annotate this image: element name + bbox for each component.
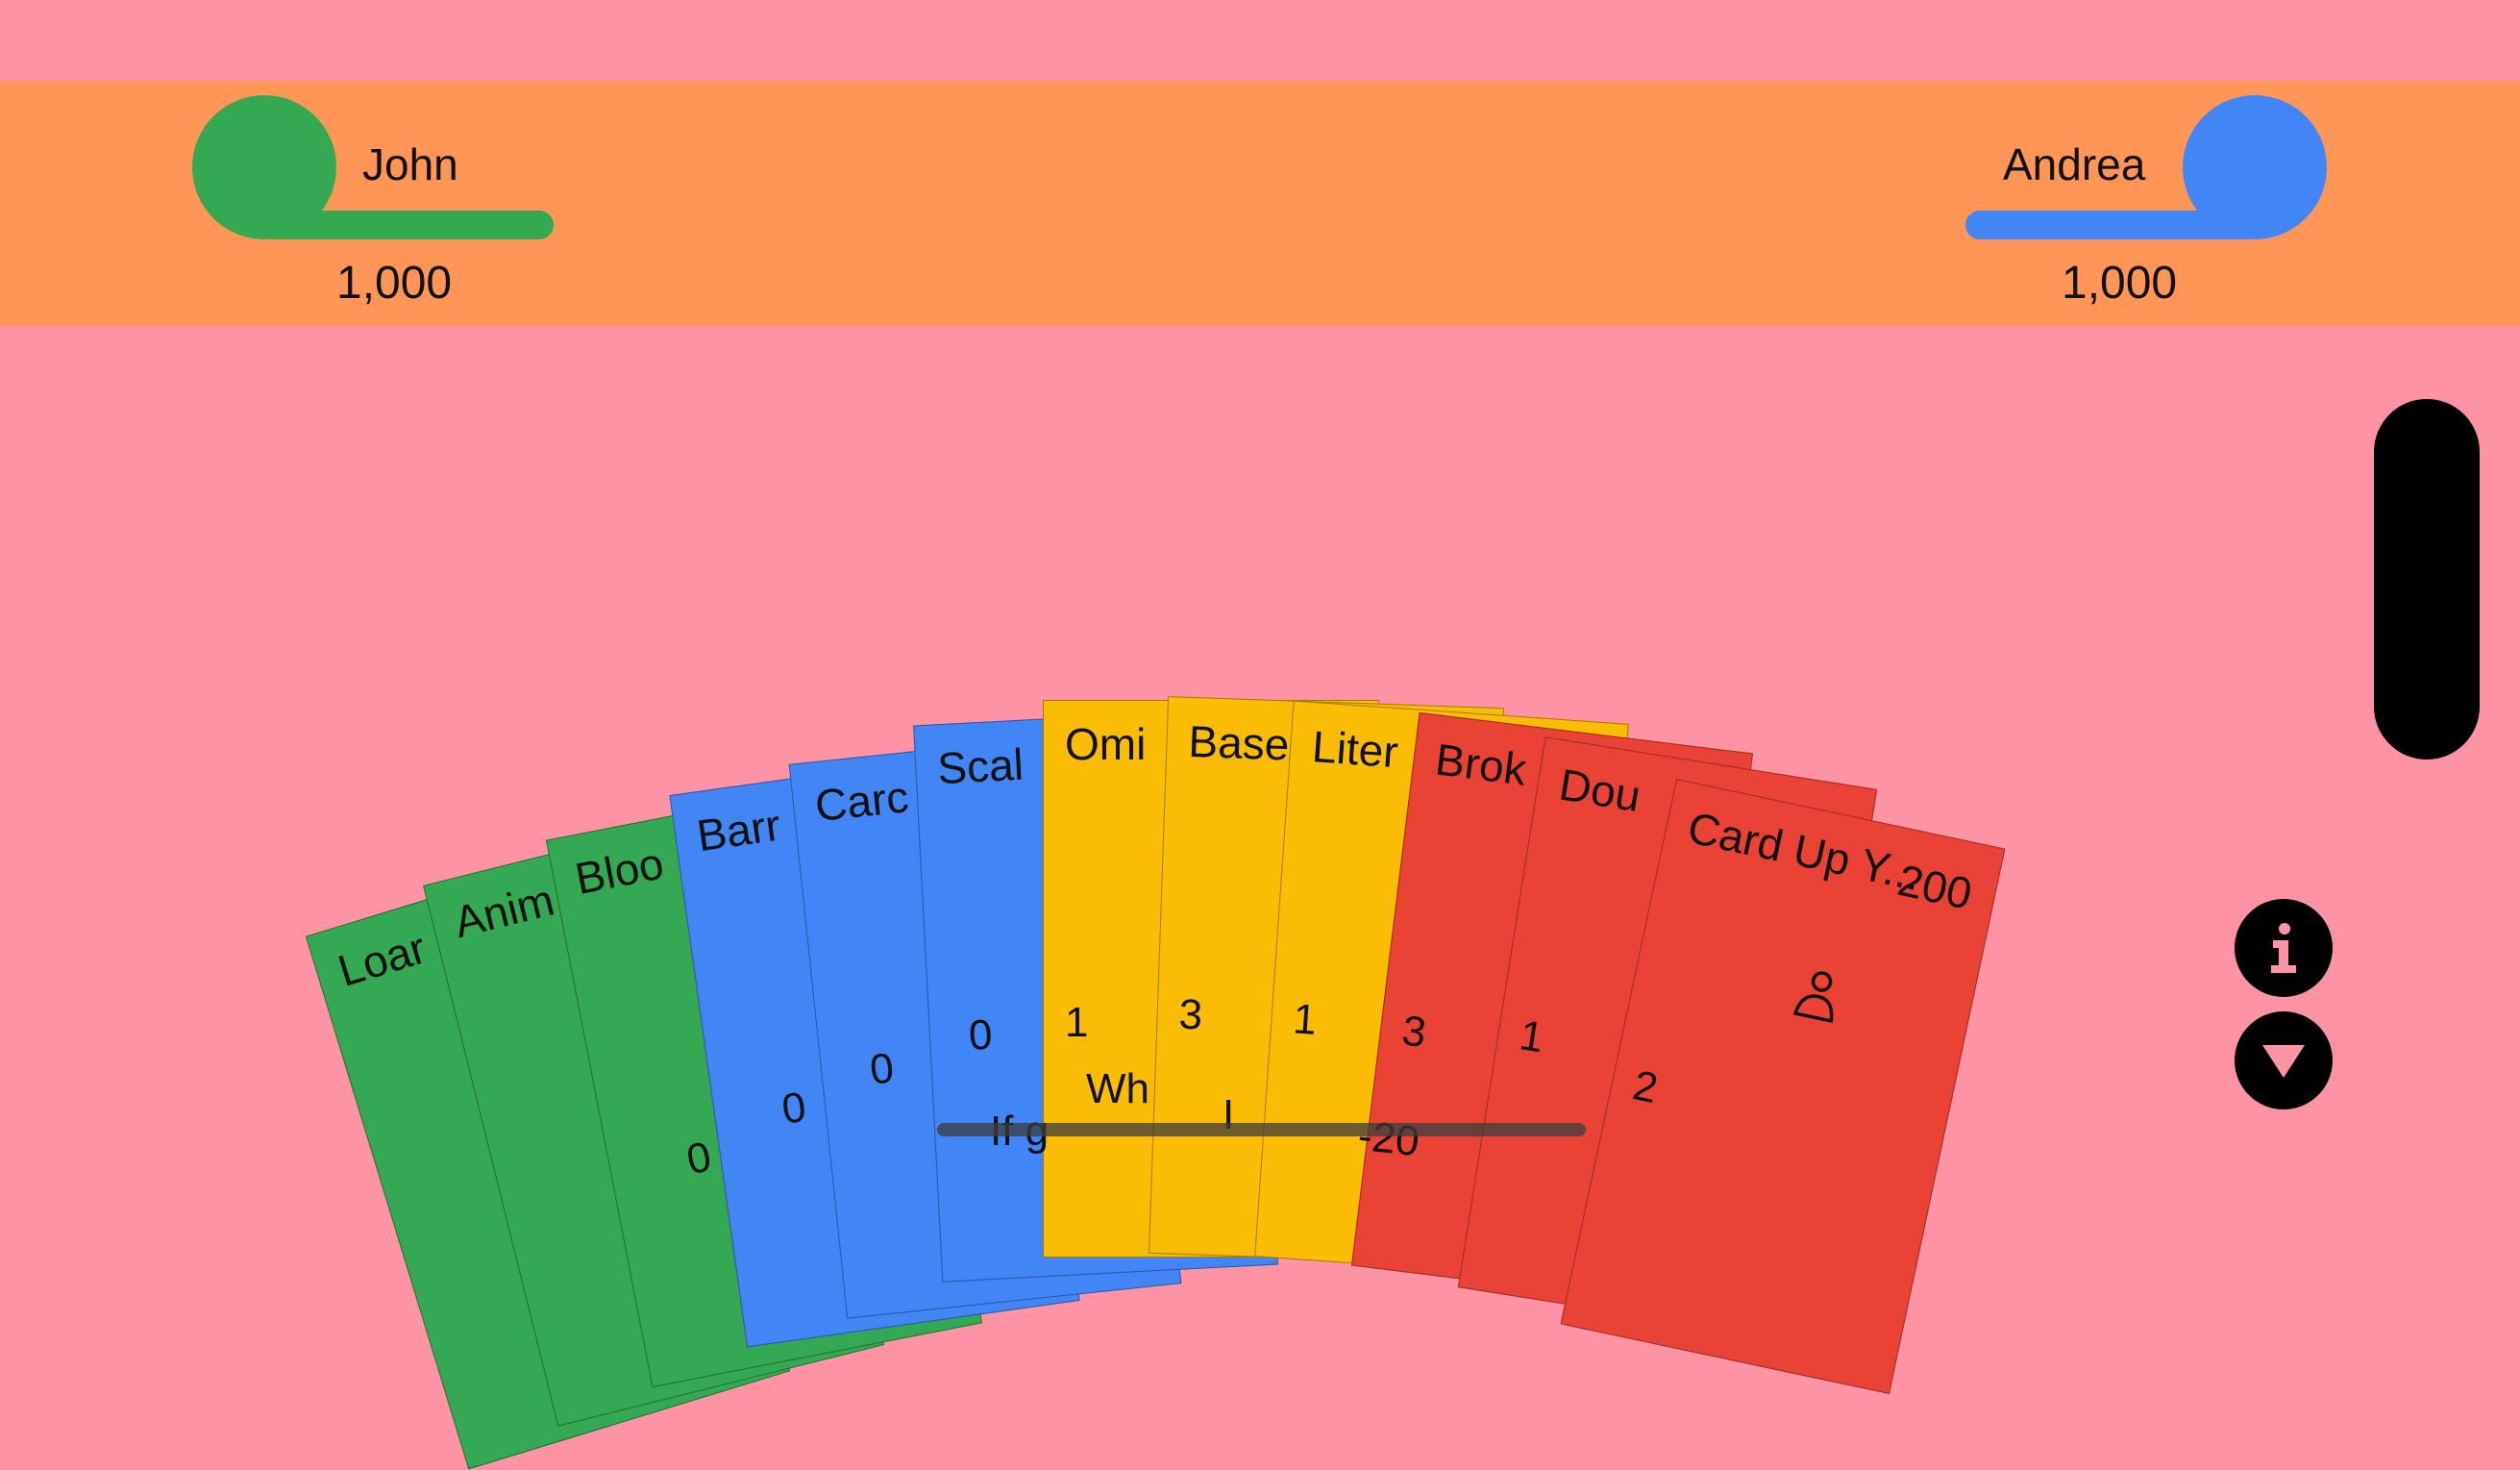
card-title: Barr — [693, 799, 784, 861]
card-number: 3 — [1177, 990, 1204, 1039]
card-number: 1 — [1065, 999, 1089, 1046]
card-text-fragment: Wh — [1086, 1065, 1149, 1112]
card-title: Base — [1187, 715, 1291, 770]
card-title: Anim — [449, 874, 559, 948]
card-number: 1 — [1516, 1011, 1547, 1062]
card-title: Carc — [812, 771, 911, 832]
card-number: 0 — [967, 1010, 994, 1059]
card-number: 0 — [778, 1083, 809, 1134]
card-number: 2 — [1628, 1061, 1663, 1113]
card-number: 0 — [867, 1044, 897, 1094]
home-indicator[interactable] — [937, 1123, 1586, 1136]
card-title: Brok — [1432, 734, 1529, 795]
person-icon — [1792, 971, 1834, 1024]
card-title: Card Up Y... — [1683, 802, 1926, 901]
card-title: Omi — [1065, 719, 1147, 769]
card-number: 1 — [1291, 995, 1319, 1044]
card-title: Loar — [332, 922, 432, 996]
card-title: Scal — [936, 738, 1025, 794]
card-number: 3 — [1399, 1007, 1429, 1057]
card-number: 0 — [682, 1133, 715, 1184]
card-title: Dou — [1555, 759, 1644, 822]
card-title: Liter — [1310, 721, 1400, 778]
card-cost: 200 — [1893, 854, 1977, 919]
card-title: Bloo — [571, 837, 668, 905]
card-text-fragment: -20 — [1355, 1111, 1422, 1166]
card-hand: Loar Anim Bloo 0 Barr 0 Carc 0 Scal 0 Om… — [0, 0, 2520, 1470]
